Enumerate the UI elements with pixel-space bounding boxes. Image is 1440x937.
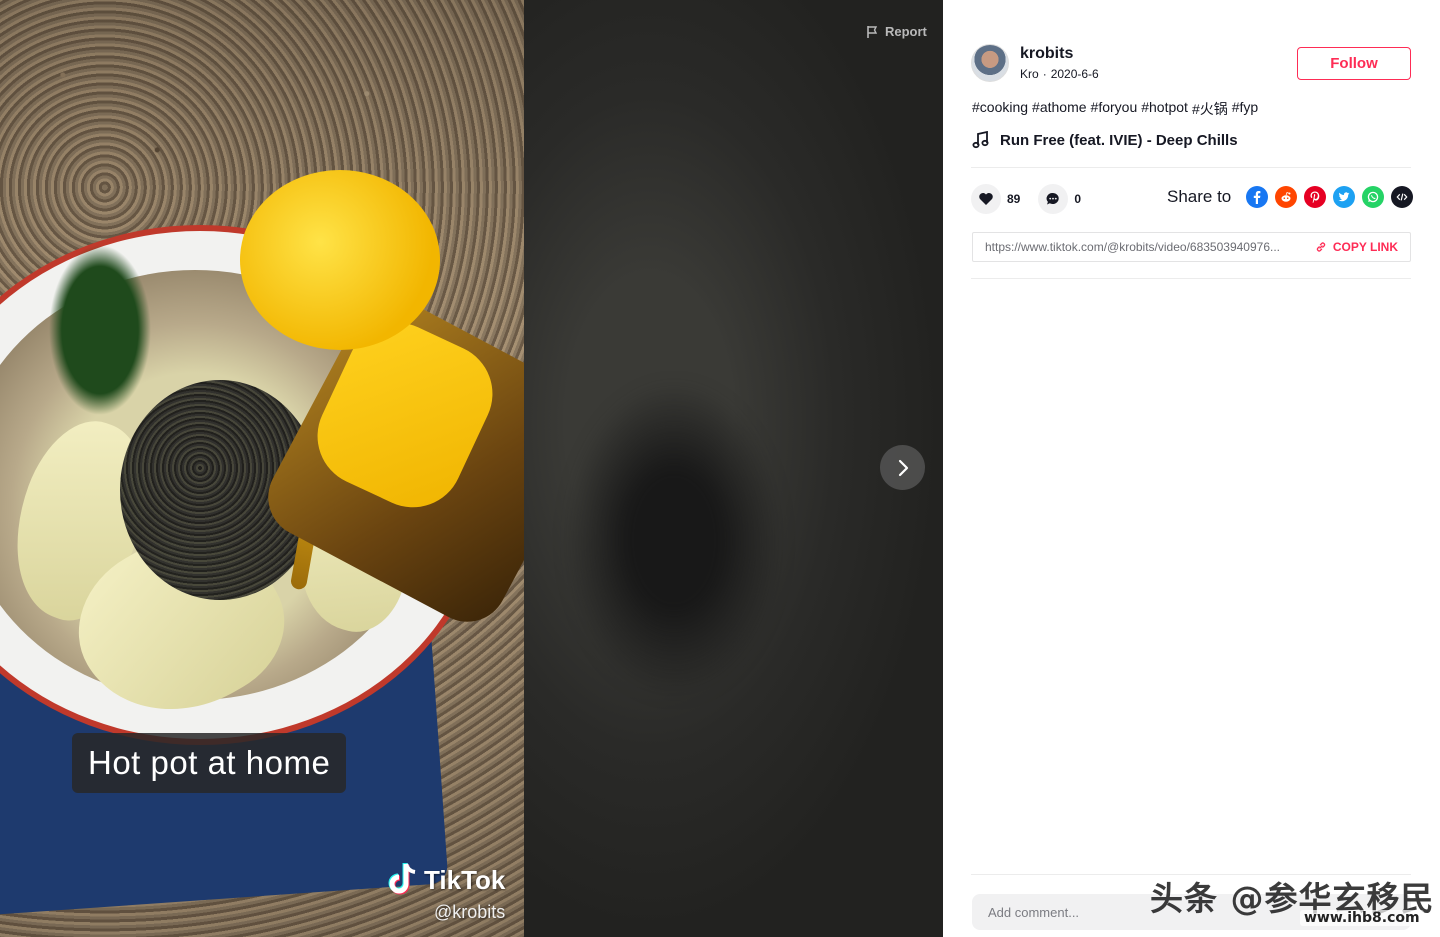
video-url[interactable]: https://www.tiktok.com/@krobits/video/68… (985, 240, 1305, 254)
divider (971, 167, 1411, 168)
author-text: krobits Kro · 2020-6-6 (1020, 45, 1099, 81)
author-nickname: Kro (1020, 67, 1039, 81)
reddit-icon[interactable] (1275, 186, 1298, 208)
like-count: 89 (1007, 192, 1021, 206)
greens (40, 230, 160, 430)
copy-link-label: COPY LINK (1332, 240, 1398, 254)
author-block[interactable]: krobits Kro · 2020-6-6 (971, 44, 1099, 82)
video-info-panel: krobits Kro · 2020-6-6 Follow #cooking #… (943, 0, 1440, 937)
share-label: Share to (1167, 187, 1232, 206)
hashtag-link[interactable]: #foryou (1091, 99, 1138, 119)
heart-icon (979, 193, 993, 205)
share-bar: Share to (1167, 186, 1414, 208)
tiktok-logo-icon (388, 863, 416, 895)
author-username[interactable]: krobits (1020, 45, 1099, 63)
follow-button[interactable]: Follow (1297, 47, 1411, 80)
hashtag-link[interactable]: #火锅 (1192, 99, 1228, 119)
embed-glyph (1396, 193, 1408, 201)
blur-shape (564, 380, 784, 700)
comment-stat[interactable]: 0 (1038, 184, 1081, 214)
source-watermark-url: www.ihb8.com (1300, 910, 1424, 926)
tiktok-video-page: Hot pot at home TikTok @krobits Report k… (0, 0, 1440, 937)
avatar[interactable] (971, 44, 1009, 82)
flag-icon (867, 25, 878, 38)
report-button[interactable]: Report (866, 24, 927, 39)
music-title: Run Free (feat. IVIE) - Deep Chills (1000, 131, 1238, 149)
copy-link-button[interactable]: COPY LINK (1315, 240, 1398, 254)
video-player[interactable]: Hot pot at home TikTok @krobits Report (0, 0, 943, 937)
video-description: #cooking #athome #foryou #hotpot #火锅 #fy… (972, 99, 1258, 119)
like-stat[interactable]: 89 (971, 184, 1020, 214)
whatsapp-glyph (1368, 191, 1379, 203)
video-frame[interactable]: Hot pot at home TikTok @krobits (0, 0, 524, 937)
twitter-glyph (1338, 192, 1350, 202)
comment-count: 0 (1074, 192, 1082, 206)
hashtag-link[interactable]: #cooking (972, 99, 1028, 119)
meta-separator: · (1042, 67, 1047, 81)
video-caption-box: Hot pot at home (72, 733, 347, 793)
facebook-icon[interactable] (1246, 186, 1269, 208)
music-note-icon (972, 131, 989, 149)
whatsapp-icon[interactable] (1362, 186, 1385, 208)
next-video-button[interactable] (880, 445, 925, 490)
music-link[interactable]: Run Free (feat. IVIE) - Deep Chills (972, 131, 1238, 149)
comment-button[interactable] (1038, 184, 1069, 214)
video-caption: Hot pot at home (88, 744, 331, 781)
comment-icon (1046, 192, 1060, 205)
author-meta: Kro · 2020-6-6 (1020, 67, 1099, 81)
hashtag-link[interactable]: #hotpot (1141, 99, 1188, 119)
divider (971, 278, 1411, 279)
watermark-brand: TikTok (424, 864, 506, 895)
chevron-right-icon (898, 459, 908, 476)
pinterest-icon[interactable] (1304, 186, 1327, 208)
post-date: 2020-6-6 (1050, 67, 1099, 81)
reddit-glyph (1281, 191, 1291, 202)
hashtag-link[interactable]: #athome (1032, 99, 1086, 119)
twitter-icon[interactable] (1333, 186, 1356, 208)
tiktok-watermark: TikTok @krobits (386, 862, 505, 923)
hashtag-link[interactable]: #fyp (1232, 99, 1258, 119)
watermark-handle: @krobits (434, 902, 506, 922)
pinterest-glyph (1310, 191, 1320, 203)
bottle-lid (240, 170, 440, 350)
like-button[interactable] (971, 184, 1001, 214)
embed-icon[interactable] (1391, 186, 1414, 208)
facebook-glyph (1254, 191, 1261, 204)
engagement-stats: 89 0 (971, 184, 1099, 214)
copy-link-box: https://www.tiktok.com/@krobits/video/68… (972, 232, 1411, 262)
watermark-row: TikTok (386, 862, 505, 898)
report-label: Report (885, 24, 927, 39)
link-icon (1316, 242, 1326, 252)
